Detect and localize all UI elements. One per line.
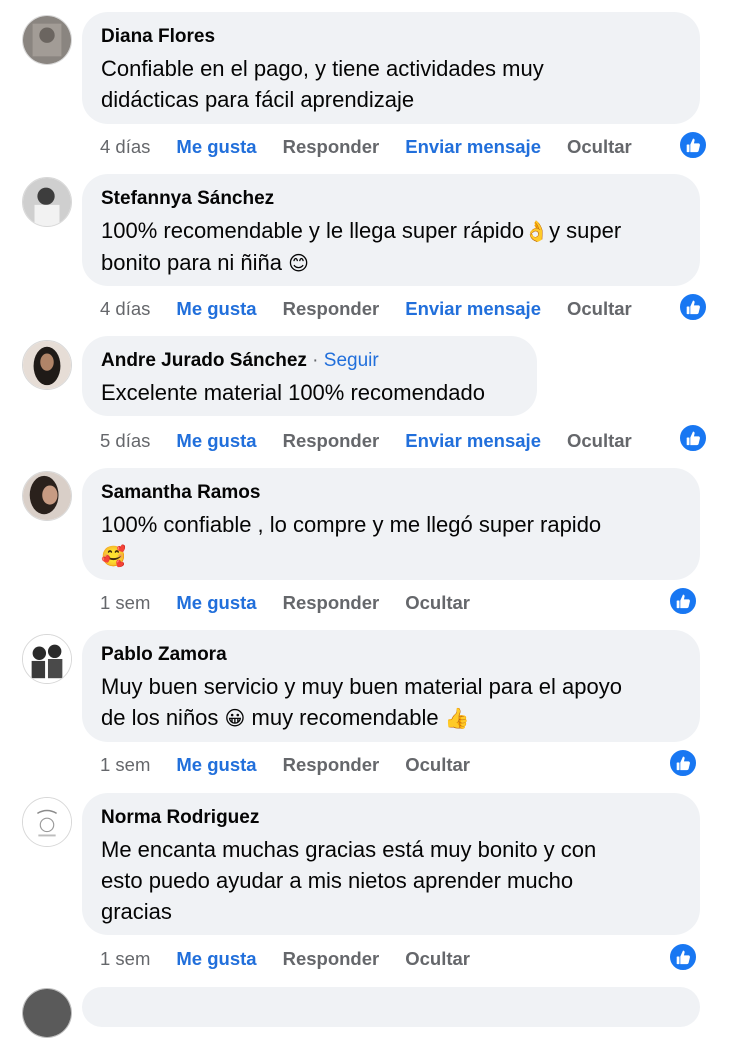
hide-button[interactable]: Ocultar <box>405 754 470 776</box>
comment-timestamp[interactable]: 5 días <box>100 430 150 452</box>
avatar[interactable] <box>22 797 72 847</box>
comment-text: Excelente material 100% recomendado <box>101 380 486 405</box>
comment-actions: 4 días Me gusta Responder Enviar mensaje… <box>100 294 658 324</box>
comment-actions: 5 días Me gusta Responder Enviar mensaje… <box>100 426 658 456</box>
comment-timestamp[interactable]: 1 sem <box>100 754 150 776</box>
comment-text: 100% recomendable y le llega super rápid… <box>101 218 622 275</box>
comment-timestamp[interactable]: 1 sem <box>100 948 150 970</box>
avatar[interactable] <box>22 471 72 521</box>
comment-bubble: Stefannya Sánchez 100% recomendable y le… <box>82 174 700 286</box>
like-button[interactable]: Me gusta <box>176 430 256 452</box>
hide-button[interactable]: Ocultar <box>567 430 632 452</box>
smiling-face-emoji: 😊 <box>288 251 309 275</box>
hide-button[interactable]: Ocultar <box>567 136 632 158</box>
send-message-button[interactable]: Enviar mensaje <box>405 136 541 158</box>
thumbs-up-icon[interactable] <box>668 586 698 616</box>
thumbs-up-icon[interactable] <box>678 423 708 453</box>
reply-button[interactable]: Responder <box>283 298 380 320</box>
thumbs-up-icon[interactable] <box>668 748 698 778</box>
avatar[interactable] <box>22 177 72 227</box>
comment-bubble: Pablo Zamora Muy buen servicio y muy bue… <box>82 630 700 742</box>
smiling-face-with-hearts-emoji: 🥰 <box>101 544 126 568</box>
grinning-face-emoji: 😀 <box>224 706 246 730</box>
thumbs-up-emoji: 👍 <box>444 706 470 730</box>
avatar[interactable] <box>22 340 72 390</box>
reply-button[interactable]: Responder <box>283 592 380 614</box>
comment-bubble: Norma Rodriguez Me encanta muchas gracia… <box>82 793 700 935</box>
comment-text: Confiable en el pago, y tiene actividade… <box>101 56 544 112</box>
reply-button[interactable]: Responder <box>283 430 380 452</box>
send-message-button[interactable]: Enviar mensaje <box>405 298 541 320</box>
reply-button[interactable]: Responder <box>283 136 380 158</box>
comment-author[interactable]: Pablo Zamora <box>101 643 681 667</box>
comment-timestamp[interactable]: 4 días <box>100 298 150 320</box>
send-message-button[interactable]: Enviar mensaje <box>405 430 541 452</box>
comment-actions: 1 sem Me gusta Responder Ocultar <box>100 588 496 618</box>
comment-actions: 1 sem Me gusta Responder Ocultar <box>100 944 496 974</box>
hide-button[interactable]: Ocultar <box>405 948 470 970</box>
like-button[interactable]: Me gusta <box>176 298 256 320</box>
ok-hand-emoji: 👌 <box>524 219 550 243</box>
follow-link[interactable]: Seguir <box>324 350 379 371</box>
comment-text: Muy buen servicio y muy buen material pa… <box>101 674 622 730</box>
thumbs-up-icon[interactable] <box>678 292 708 322</box>
comment-timestamp[interactable]: 4 días <box>100 136 150 158</box>
avatar[interactable] <box>22 15 72 65</box>
comment-author[interactable]: Diana Flores <box>101 25 681 49</box>
comment-actions: 1 sem Me gusta Responder Ocultar <box>100 750 496 780</box>
like-button[interactable]: Me gusta <box>176 754 256 776</box>
comment-author[interactable]: Andre Jurado Sánchez <box>101 350 307 371</box>
comment-timestamp[interactable]: 1 sem <box>100 592 150 614</box>
reply-button[interactable]: Responder <box>283 754 380 776</box>
comment-author[interactable]: Samantha Ramos <box>101 481 681 505</box>
hide-button[interactable]: Ocultar <box>405 592 470 614</box>
like-button[interactable]: Me gusta <box>176 592 256 614</box>
avatar[interactable] <box>22 634 72 684</box>
comment-bubble: Andre Jurado Sánchez · Seguir Excelente … <box>82 336 537 416</box>
like-button[interactable]: Me gusta <box>176 136 256 158</box>
comment-author[interactable]: Norma Rodriguez <box>101 806 681 830</box>
thumbs-up-icon[interactable] <box>678 130 708 160</box>
comment-bubble: Samantha Ramos 100% confiable , lo compr… <box>82 468 700 580</box>
comment-bubble <box>82 987 700 1027</box>
like-button[interactable]: Me gusta <box>176 948 256 970</box>
comment-author[interactable]: Stefannya Sánchez <box>101 187 681 211</box>
hide-button[interactable]: Ocultar <box>567 298 632 320</box>
comment-text: Me encanta muchas gracias está muy bonit… <box>101 837 597 924</box>
comment-bubble: Diana Flores Confiable en el pago, y tie… <box>82 12 700 124</box>
thumbs-up-icon[interactable] <box>668 942 698 972</box>
comment-actions: 4 días Me gusta Responder Enviar mensaje… <box>100 132 658 162</box>
comment-text: 100% confiable , lo compre y me llegó su… <box>101 512 602 568</box>
reply-button[interactable]: Responder <box>283 948 380 970</box>
avatar[interactable] <box>22 988 72 1038</box>
comment-author-row: Andre Jurado Sánchez · Seguir <box>101 350 379 371</box>
